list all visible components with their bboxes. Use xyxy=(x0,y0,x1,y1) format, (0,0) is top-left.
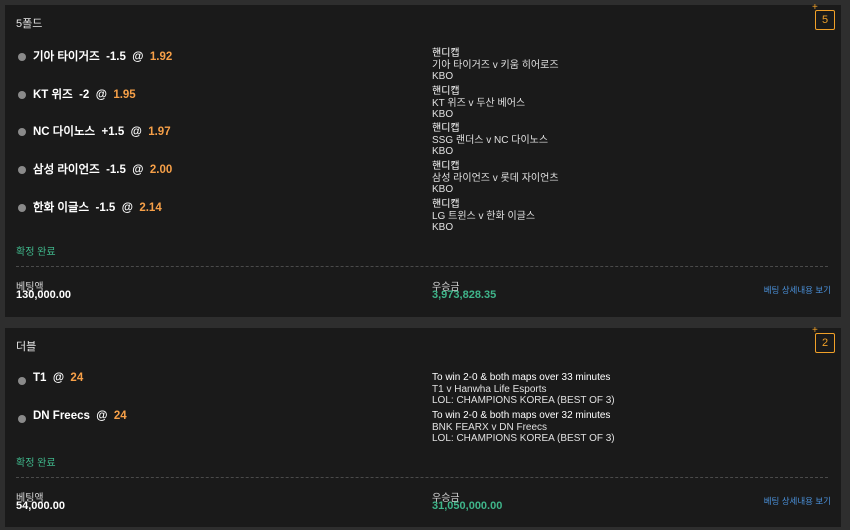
bet-type-title: 더블 xyxy=(16,341,37,353)
divider xyxy=(16,266,828,267)
winnings-value: 3,973,828.35 xyxy=(432,289,497,301)
selection-pick: 한화 이글스 -1.5 @ 2.14 xyxy=(33,202,162,214)
plus-icon: + xyxy=(812,325,818,336)
selection-odds: 1.95 xyxy=(113,89,136,101)
selection-count: 5 xyxy=(821,14,829,26)
status-dot-icon xyxy=(18,204,26,212)
selection-market: 핸디캡 기아 타이거즈 v 키움 히어로즈 KBO xyxy=(432,48,559,82)
winnings-value: 31,050,000.00 xyxy=(432,500,503,512)
selection-pick: NC 다이노스 +1.5 @ 1.97 xyxy=(33,126,171,138)
bet-details-link[interactable]: 베팅 상세내용 보기 xyxy=(764,284,831,296)
selection-odds: 24 xyxy=(70,372,84,384)
selection-pick: T1 @ 24 xyxy=(33,372,84,384)
status-dot-icon xyxy=(18,53,26,61)
stake-value: 54,000.00 xyxy=(16,500,65,512)
bet-details-link[interactable]: 베팅 상세내용 보기 xyxy=(764,495,831,507)
status-dot-icon xyxy=(18,128,26,136)
selection-odds: 2.00 xyxy=(149,164,173,176)
divider xyxy=(16,477,828,478)
bet-card-5fold: 5폴드 + 5 기아 타이거즈 -1.5 @ 1.92 핸디캡 기아 타이거즈 … xyxy=(5,3,841,317)
status-label: 확정 완료 xyxy=(16,247,56,258)
selection-market: 핸디캡 SSG 랜더스 v NC 다이노스 KBO xyxy=(432,123,549,157)
selection-count-badge: + 5 xyxy=(812,3,835,30)
selection-count: 2 xyxy=(821,337,829,349)
status-dot-icon xyxy=(18,377,26,385)
selection-market: To win 2-0 & both maps over 33 minutes T… xyxy=(432,372,615,406)
bet-card-double: 더블 + 2 T1 @ 24 To win 2-0 & both maps ov… xyxy=(5,326,841,527)
selection-odds: 24 xyxy=(113,410,127,422)
selection-market: 핸디캡 KT 위즈 v 두산 베어스 KBO xyxy=(432,86,526,120)
status-dot-icon xyxy=(18,415,26,423)
stake-value: 130,000.00 xyxy=(16,289,72,301)
status-dot-icon xyxy=(18,166,26,174)
selection-odds: 1.92 xyxy=(149,51,173,63)
selection-market: To win 2-0 & both maps over 32 minutes B… xyxy=(432,410,615,444)
status-label: 확정 완료 xyxy=(16,458,56,469)
selection-market: 핸디캡 LG 트윈스 v 한화 이글스 KBO xyxy=(432,199,536,233)
plus-icon: + xyxy=(812,2,818,13)
selection-count-badge: + 2 xyxy=(812,326,835,353)
selection-market: 핸디캡 삼성 라이언즈 v 롯데 자이언츠 KBO xyxy=(432,161,559,195)
selection-odds: 1.97 xyxy=(148,126,171,138)
selection-pick: 기아 타이거즈 -1.5 @ 1.92 xyxy=(33,51,173,63)
status-dot-icon xyxy=(18,91,26,99)
selection-pick: DN Freecs @ 24 xyxy=(33,410,127,422)
selection-pick: KT 위즈 -2 @ 1.95 xyxy=(33,89,136,101)
selection-pick: 삼성 라이언즈 -1.5 @ 2.00 xyxy=(33,164,173,176)
bet-type-title: 5폴드 xyxy=(16,18,43,30)
selection-odds: 2.14 xyxy=(139,202,162,214)
